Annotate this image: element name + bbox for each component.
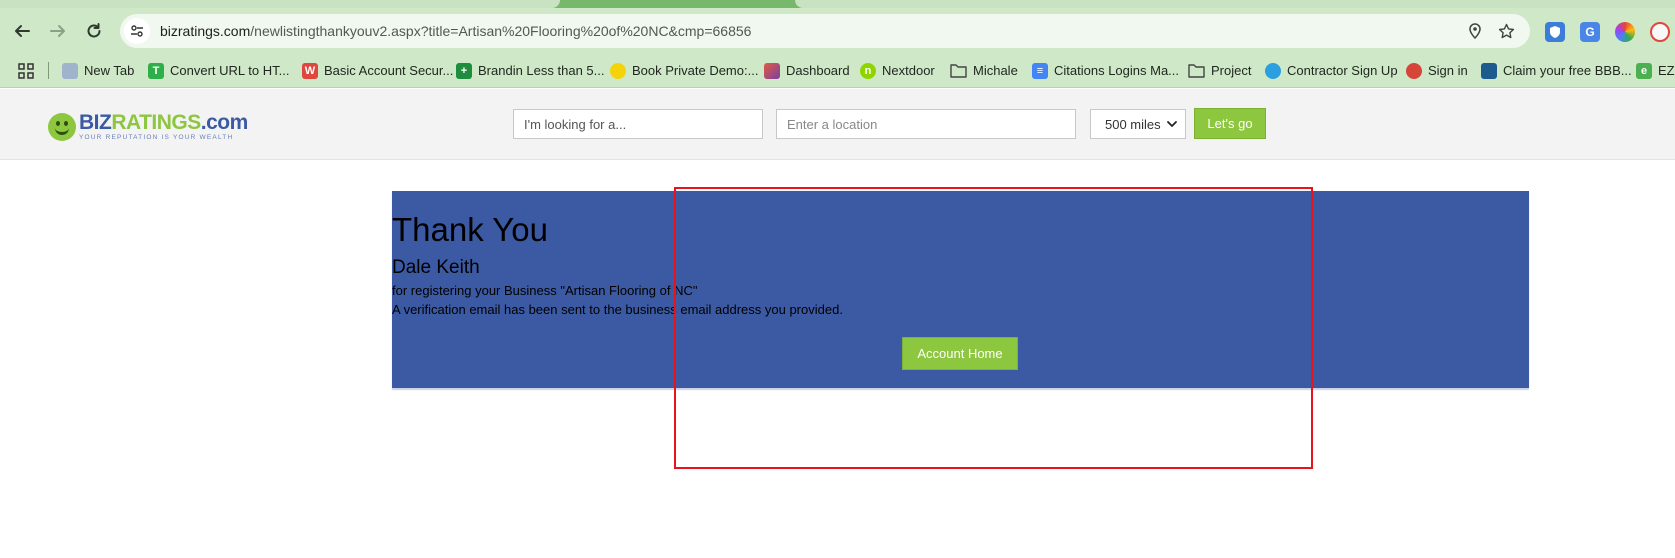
smiley-logo-icon [48,113,76,141]
folder-icon [950,64,967,78]
bookmark-label: Nextdoor [882,63,935,78]
shield-extension-icon[interactable] [1545,22,1565,42]
bookmark-label: New Tab [84,63,135,78]
browser-tab-active[interactable] [0,0,560,8]
bookmark-citations[interactable]: ≡ Citations Logins Ma... [1032,53,1180,87]
bookmark-nextdoor[interactable]: n Nextdoor [860,53,935,87]
forward-button[interactable] [43,16,73,46]
location-pin-icon[interactable] [1465,21,1485,41]
chevron-down-icon [1166,116,1178,135]
apps-grid-icon [18,62,34,79]
bookmark-label: Claim your free BBB... [1503,63,1632,78]
w-favicon-icon: W [302,62,318,79]
bug-favicon-icon [1406,62,1422,79]
bookmark-convert-url[interactable]: T Convert URL to HT... [148,53,290,87]
bookmark-star-icon[interactable] [1496,21,1516,41]
lets-go-button[interactable]: Let's go [1194,108,1266,139]
bookmark-label: Dashboard [786,63,850,78]
dashboard-favicon-icon [764,62,780,79]
sheets-favicon-icon: + [456,62,472,79]
bookmark-ezlo[interactable]: e EZlo [1636,53,1675,87]
bbb-favicon-icon [1481,62,1497,79]
bookmark-new-tab[interactable]: New Tab [62,53,135,87]
distance-select[interactable]: 500 miles [1090,109,1186,139]
translate-extension-icon[interactable]: G [1580,22,1600,42]
bookmark-sign-in[interactable]: Sign in [1406,53,1468,87]
business-search-input[interactable] [513,109,763,139]
bookmark-label: Brandin Less than 5... [478,63,605,78]
back-button[interactable] [7,16,37,46]
site-header: BIZRATINGS.com YOUR REPUTATION IS YOUR W… [0,89,1675,160]
apps-button[interactable] [18,53,34,87]
site-info-button[interactable] [124,18,150,44]
grid-favicon-icon [62,62,78,79]
bookmark-label: Convert URL to HT... [170,63,290,78]
bookmarks-divider [48,62,49,79]
highlight-annotation-box [674,187,1313,469]
reload-icon [87,23,101,38]
bookmark-label: Basic Account Secur... [324,63,454,78]
wave-favicon-icon [1265,62,1281,79]
bookmark-label: Michale [973,63,1018,78]
bizratings-logo[interactable]: BIZRATINGS.com YOUR REPUTATION IS YOUR W… [48,112,248,142]
nextdoor-favicon-icon: n [860,62,876,79]
browser-tab[interactable] [795,0,1675,8]
bookmark-label: Citations Logins Ma... [1054,63,1180,78]
bookmark-label: Book Private Demo:... [632,63,759,78]
clock-extension-icon[interactable] [1650,22,1670,42]
browser-toolbar: bizratings.com/newlistingthankyouv2.aspx… [0,8,1675,53]
bookmarks-bar: New Tab T Convert URL to HT... W Basic A… [0,53,1675,88]
tune-icon [131,25,143,37]
bookmark-label: Project [1211,63,1252,78]
tab-strip [0,0,1675,8]
location-input[interactable] [776,109,1076,139]
url-path: /newlistingthankyouv2.aspx?title=Artisan… [250,23,752,39]
bookmark-folder-project[interactable]: Project [1188,53,1252,87]
url-text: bizratings.com/newlistingthankyouv2.aspx… [160,23,751,39]
bookmark-basic-account[interactable]: W Basic Account Secur... [302,53,454,87]
bookmark-label: EZlo [1658,63,1675,78]
distance-value: 500 miles [1105,116,1161,132]
logo-text-com: .com [200,111,249,135]
t-favicon-icon: T [148,62,164,79]
ez-favicon-icon: e [1636,62,1652,79]
bookmark-brandin[interactable]: + Brandin Less than 5... [456,53,605,87]
forward-arrow-icon [50,25,65,37]
back-arrow-icon [15,25,30,37]
lightbulb-favicon-icon [610,62,626,79]
bookmark-claim-bbb[interactable]: Claim your free BBB... [1481,53,1632,87]
url-host: bizratings.com [160,23,251,39]
bookmark-dashboard[interactable]: Dashboard [764,53,850,87]
logo-tagline: YOUR REPUTATION IS YOUR WEALTH [79,134,234,142]
address-bar[interactable]: bizratings.com/newlistingthankyouv2.aspx… [120,14,1530,48]
folder-icon [1188,64,1205,78]
color-extension-icon[interactable] [1615,22,1635,42]
logo-text-biz: BIZ [79,111,112,135]
bookmark-contractor-signup[interactable]: Contractor Sign Up [1265,53,1398,87]
bookmark-book-demo[interactable]: Book Private Demo:... [610,53,759,87]
docs-favicon-icon: ≡ [1032,62,1048,79]
bookmark-folder-michale[interactable]: Michale [950,53,1018,87]
bookmark-label: Contractor Sign Up [1287,63,1398,78]
reload-button[interactable] [79,16,109,46]
bookmark-label: Sign in [1428,63,1468,78]
logo-text-ratings: RATINGS [111,111,201,135]
